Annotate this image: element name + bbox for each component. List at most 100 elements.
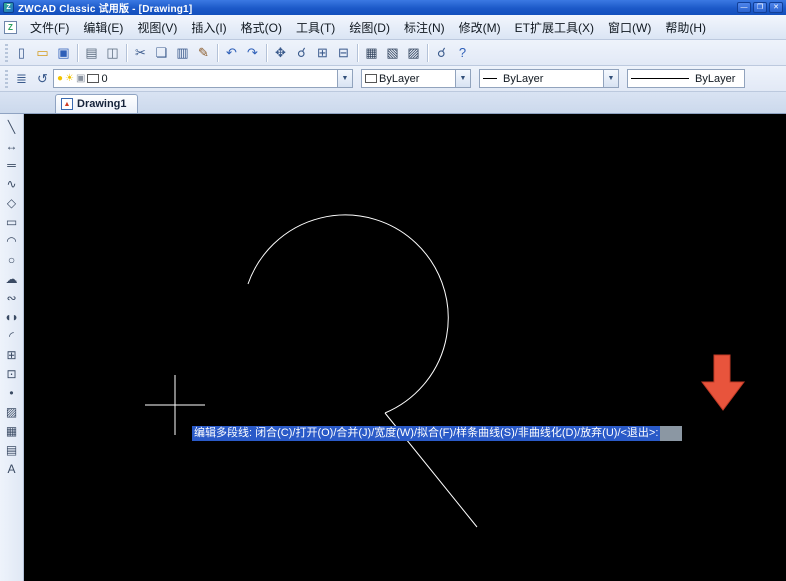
toolbar-separator — [266, 44, 267, 62]
zoom-window-icon[interactable]: ⊞ — [312, 43, 333, 63]
command-input-cursor[interactable] — [660, 426, 682, 441]
properties-palette-icon[interactable]: ▦ — [361, 43, 382, 63]
toolbar-grip[interactable] — [5, 44, 8, 62]
layer-bulb-icon[interactable]: ● — [57, 74, 63, 84]
command-prompt-text: 编辑多段线: 闭合(C)/打开(O)/合并(J)/宽度(W)/拟合(F)/样条曲… — [192, 426, 660, 441]
ellipse-icon[interactable]: ◖◗ — [2, 307, 22, 326]
xline-icon[interactable]: ↔ — [2, 136, 22, 155]
tab-label: Drawing1 — [77, 98, 127, 110]
menu-item-edit[interactable]: 编辑(E) — [76, 16, 130, 39]
current-linetype-name: ByLayer — [503, 73, 543, 85]
current-color-swatch — [365, 74, 377, 83]
annotation-arrow — [700, 354, 746, 412]
table-icon[interactable]: ▤ — [2, 440, 22, 459]
redo-icon[interactable]: ↷ — [242, 43, 263, 63]
match-properties-icon[interactable]: ✎ — [193, 43, 214, 63]
mline-icon[interactable]: ═ — [2, 155, 22, 174]
drawing-tab-bar: ▲ Drawing1 — [0, 92, 786, 114]
zoom-previous-icon[interactable]: ⊟ — [333, 43, 354, 63]
menu-item-insert[interactable]: 插入(I) — [184, 16, 233, 39]
lineweight-combobox[interactable]: ByLayer — [627, 69, 745, 88]
color-dropdown-arrow[interactable]: ▼ — [455, 70, 470, 87]
insert-block-icon[interactable]: ⊞ — [2, 345, 22, 364]
point-icon[interactable]: • — [2, 383, 22, 402]
menu-item-tools[interactable]: 工具(T) — [289, 16, 342, 39]
menu-item-help[interactable]: 帮助(H) — [658, 16, 713, 39]
menu-item-draw[interactable]: 绘图(D) — [342, 16, 397, 39]
dwg-file-icon: ▲ — [61, 98, 73, 110]
polygon-icon[interactable]: ◇ — [2, 193, 22, 212]
paste-icon[interactable]: ▥ — [172, 43, 193, 63]
menu-item-dimension[interactable]: 标注(N) — [397, 16, 452, 39]
layer-lock-icon[interactable]: ▣ — [76, 74, 85, 84]
linetype-preview — [483, 78, 497, 79]
menu-item-view[interactable]: 视图(V) — [130, 16, 184, 39]
pan-icon[interactable]: ✥ — [270, 43, 291, 63]
polyline-icon[interactable]: ∿ — [2, 174, 22, 193]
drawing-canvas[interactable]: 编辑多段线: 闭合(C)/打开(O)/合并(J)/宽度(W)/拟合(F)/样条曲… — [24, 114, 786, 581]
toolbar-separator — [357, 44, 358, 62]
help-icon[interactable]: ? — [452, 43, 473, 63]
copy-icon[interactable]: ❏ — [151, 43, 172, 63]
arc-icon[interactable]: ◠ — [2, 231, 22, 250]
layer-previous-icon[interactable]: ↺ — [32, 69, 53, 89]
mtext-icon[interactable]: A — [2, 459, 22, 478]
menu-item-file[interactable]: 文件(F) — [23, 16, 76, 39]
child-window-icon[interactable]: Z — [4, 21, 17, 34]
menu-bar: Z 文件(F)编辑(E)视图(V)插入(I)格式(O)工具(T)绘图(D)标注(… — [0, 15, 786, 40]
linetype-dropdown-arrow[interactable]: ▼ — [603, 70, 618, 87]
hatch-icon[interactable]: ▨ — [2, 402, 22, 421]
menu-item-express[interactable]: ET扩展工具(X) — [508, 16, 601, 39]
layer-combobox[interactable]: ● ☀ ▣ 0 ▼ — [53, 69, 353, 88]
rectangle-icon[interactable]: ▭ — [2, 212, 22, 231]
current-lineweight-name: ByLayer — [695, 73, 735, 85]
toolbar-separator — [427, 44, 428, 62]
layer-freeze-icon[interactable]: ☀ — [65, 74, 74, 84]
color-combobox[interactable]: ByLayer ▼ — [361, 69, 471, 88]
restore-button[interactable]: ❐ — [753, 2, 767, 13]
close-button[interactable]: ✕ — [769, 2, 783, 13]
circle-icon[interactable]: ○ — [2, 250, 22, 269]
linetype-combobox[interactable]: ByLayer ▼ — [479, 69, 619, 88]
designcenter-icon[interactable]: ▧ — [382, 43, 403, 63]
menu-item-format[interactable]: 格式(O) — [234, 16, 289, 39]
lineweight-preview — [631, 78, 689, 79]
toolbar-separator — [217, 44, 218, 62]
toolpalettes-icon[interactable]: ▨ — [403, 43, 424, 63]
menu-item-window[interactable]: 窗口(W) — [601, 16, 658, 39]
menu-item-modify[interactable]: 修改(M) — [452, 16, 508, 39]
make-block-icon[interactable]: ⊡ — [2, 364, 22, 383]
cut-icon[interactable]: ✂ — [130, 43, 151, 63]
spline-icon[interactable]: ∾ — [2, 288, 22, 307]
zwcad-window: Z ZWCAD Classic 试用版 - [Drawing1] — ❐ ✕ Z… — [0, 0, 786, 581]
title-bar[interactable]: Z ZWCAD Classic 试用版 - [Drawing1] — ❐ ✕ — [0, 0, 786, 15]
toolbar-separator — [126, 44, 127, 62]
draw-toolbar: ╲↔═∿◇▭◠○☁∾◖◗◜⊞⊡•▨▦▤A — [0, 114, 24, 581]
find-icon[interactable]: ☌ — [431, 43, 452, 63]
line-icon[interactable]: ╲ — [2, 117, 22, 136]
print-preview-icon[interactable]: ◫ — [102, 43, 123, 63]
save-icon[interactable]: ▣ — [53, 43, 74, 63]
print-icon[interactable]: ▤ — [81, 43, 102, 63]
revcloud-icon[interactable]: ☁ — [2, 269, 22, 288]
open-folder-icon[interactable]: ▭ — [32, 43, 53, 63]
layers-manager-icon[interactable]: ≣ — [11, 69, 32, 89]
standard-toolbar: ▯▭▣▤◫✂❏▥✎↶↷✥☌⊞⊟▦▧▨☌? — [0, 40, 786, 66]
command-prompt-overlay[interactable]: 编辑多段线: 闭合(C)/打开(O)/合并(J)/宽度(W)/拟合(F)/样条曲… — [192, 426, 682, 441]
new-file-icon[interactable]: ▯ — [11, 43, 32, 63]
zoom-realtime-icon[interactable]: ☌ — [291, 43, 312, 63]
current-color-name: ByLayer — [379, 73, 419, 85]
tab-drawing1[interactable]: ▲ Drawing1 — [55, 94, 138, 113]
app-logo-icon: Z — [3, 2, 14, 13]
ellipse-arc-icon[interactable]: ◜ — [2, 326, 22, 345]
window-title: ZWCAD Classic 试用版 - [Drawing1] — [18, 0, 192, 15]
toolbar-grip[interactable] — [5, 70, 8, 88]
minimize-button[interactable]: — — [737, 2, 751, 13]
region-icon[interactable]: ▦ — [2, 421, 22, 440]
down-arrow-icon — [702, 355, 744, 410]
layer-dropdown-arrow[interactable]: ▼ — [337, 70, 352, 87]
properties-toolbar: ≣ ↺ ● ☀ ▣ 0 ▼ ByLayer ▼ ByLayer ▼ — [0, 66, 786, 92]
polyline-arc-segment[interactable] — [248, 215, 448, 413]
undo-icon[interactable]: ↶ — [221, 43, 242, 63]
drawing-svg — [24, 114, 786, 581]
